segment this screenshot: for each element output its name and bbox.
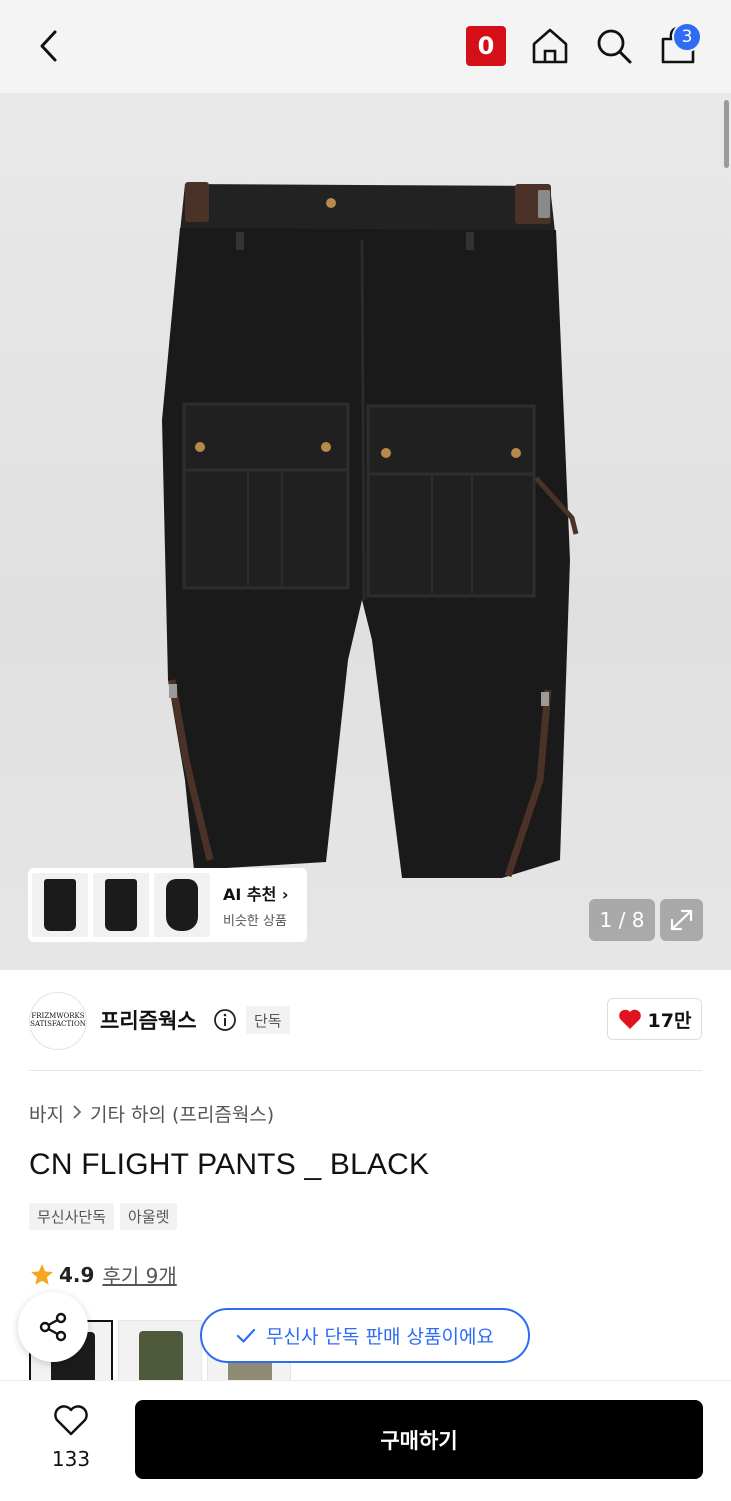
heart-outline-icon [54, 1405, 88, 1436]
pants-illustration [162, 182, 579, 878]
info-icon[interactable] [213, 1008, 237, 1032]
ai-recommend-subtitle: 비슷한 상품 [223, 914, 287, 929]
rating-row: 4.9 후기 9개 [29, 1260, 177, 1289]
review-link[interactable]: 후기 9개 [102, 1260, 176, 1289]
rating-score: 4.9 [59, 1262, 95, 1287]
product-title: CN FLIGHT PANTS _ BLACK [29, 1148, 430, 1181]
ai-recommend-title: AI 추천 › [223, 885, 289, 904]
buy-button[interactable]: 구매하기 [135, 1400, 703, 1479]
brand-like-button[interactable]: 17만 [607, 998, 702, 1040]
star-icon [31, 1263, 53, 1285]
back-icon[interactable] [30, 26, 70, 66]
page-scrollbar[interactable] [724, 100, 729, 168]
expand-icon[interactable] [660, 899, 703, 941]
brand-like-count: 17만 [647, 1009, 692, 1032]
search-icon[interactable] [592, 24, 636, 68]
ai-thumb-2[interactable] [93, 873, 149, 937]
brand-name[interactable]: 프리즘웍스 [100, 1005, 197, 1035]
tag-exclusive: 무신사단독 [29, 1203, 115, 1230]
toast-text: 무신사 단독 판매 상품이에요 [266, 1326, 494, 1348]
divider [29, 1070, 702, 1071]
home-icon[interactable] [528, 24, 572, 68]
musinsa-logo-button[interactable]: 0 [466, 26, 506, 66]
ai-thumb-1[interactable] [32, 873, 88, 937]
exclusive-toast: 무신사 단독 판매 상품이에요 [200, 1308, 530, 1363]
color-option-olive[interactable] [118, 1320, 202, 1384]
brand-logo[interactable]: FRIZMWORKS SATISFACTION [29, 992, 87, 1050]
ai-recommendation-card[interactable]: AI 추천 › 비슷한 상품 [28, 868, 307, 942]
exclusive-badge: 단독 [246, 1006, 290, 1034]
wishlist-count: 133 [51, 1447, 91, 1471]
image-counter: 1 / 8 [589, 899, 655, 941]
product-image[interactable] [0, 93, 731, 970]
ai-thumb-3[interactable] [154, 873, 210, 937]
breadcrumb-category[interactable]: 바지 [29, 1100, 64, 1127]
product-tags: 무신사단독 아울렛 [29, 1203, 183, 1230]
breadcrumb: 바지 기타 하의 (프리즘웍스) [29, 1100, 274, 1127]
tag-outlet: 아울렛 [120, 1203, 178, 1230]
chevron-right-icon [72, 1104, 82, 1123]
share-icon [39, 1312, 67, 1342]
musinsa-logo-letter: 0 [477, 32, 495, 60]
brand-logo-text: FRIZMWORKS SATISFACTION [30, 1012, 86, 1028]
cart-count-badge: 3 [672, 22, 702, 52]
top-nav-bar: 0 3 [0, 0, 731, 93]
heart-icon [618, 1009, 641, 1029]
check-icon [236, 1328, 256, 1343]
wishlist-button[interactable]: 133 [40, 1405, 102, 1471]
breadcrumb-subcategory[interactable]: 기타 하의 (프리즘웍스) [90, 1100, 274, 1127]
share-button[interactable] [18, 1292, 88, 1362]
